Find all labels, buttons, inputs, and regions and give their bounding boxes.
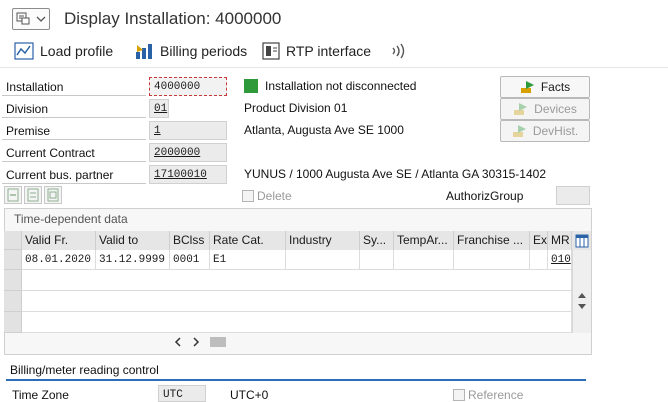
menu-icon (16, 12, 46, 25)
billing-periods-icon (136, 44, 152, 59)
chart-line-icon (14, 42, 34, 60)
bus-partner-field[interactable]: 17100010 (149, 165, 227, 184)
load-profile-label: Load profile (40, 43, 114, 59)
row-selector[interactable] (4, 312, 22, 333)
billing-section-title: Billing/meter reading control (10, 363, 159, 377)
reference-label: Reference (468, 388, 524, 402)
facts-button[interactable]: Facts (500, 76, 590, 98)
time-zone-field[interactable]: UTC (158, 385, 206, 402)
delete-checkbox[interactable] (242, 190, 254, 202)
column-settings-icon (575, 234, 588, 247)
row-selector[interactable] (4, 270, 22, 291)
vertical-scrollbar[interactable] (572, 250, 591, 333)
installation-label: Installation (2, 78, 146, 96)
table-cell[interactable] (530, 250, 548, 270)
devhist-arrow-icon (512, 125, 526, 137)
column-header-valid-to[interactable]: Valid to (96, 231, 170, 250)
column-header-sy[interactable]: Sy... (360, 231, 394, 250)
facts-arrow-icon (520, 81, 534, 93)
billing-periods-label: Billing periods (160, 43, 248, 59)
contract-field[interactable]: 2000000 (149, 143, 227, 162)
section-divider (6, 379, 586, 381)
billing-periods-button[interactable]: Billing periods (134, 41, 247, 61)
delete-row-button[interactable] (44, 186, 62, 204)
division-text: Product Division 01 (244, 101, 348, 115)
column-header-ex[interactable]: Ex (530, 231, 548, 250)
reference-checkbox[interactable] (453, 389, 465, 401)
authoriz-group-label: AuthorizGroup (446, 189, 524, 203)
column-header-rate-cat[interactable]: Rate Cat. (210, 231, 286, 250)
table-cell[interactable] (454, 250, 530, 270)
page-title: Display Installation: 4000000 (64, 9, 282, 28)
installation-status-text: Installation not disconnected (265, 79, 417, 93)
table-settings-button[interactable] (572, 231, 591, 250)
column-header-industry[interactable]: Industry (286, 231, 360, 250)
current-contract-label: Current Contract (2, 144, 146, 162)
table-cell[interactable]: E1 (210, 250, 286, 270)
rtp-interface-label: RTP interface (286, 43, 372, 59)
select-all-cell[interactable] (4, 231, 22, 250)
devices-button[interactable]: Devices (500, 98, 590, 120)
horizontal-scrollbar[interactable] (172, 334, 572, 350)
column-header-franchise[interactable]: Franchise ... (454, 231, 530, 250)
copy-row-icon (27, 188, 39, 202)
table-title: Time-dependent data (14, 212, 128, 226)
column-header-mr[interactable]: MR (548, 231, 572, 250)
delete-row-icon (47, 188, 59, 202)
load-profile-button[interactable]: Load profile (14, 41, 113, 61)
horizontal-scroll-icon (174, 337, 226, 347)
row-selector[interactable] (4, 250, 22, 270)
column-header-temparea[interactable]: TempAr... (394, 231, 454, 250)
installation-field[interactable]: 4000000 (149, 77, 227, 96)
empty-row[interactable] (22, 291, 572, 312)
bus-partner-text: YUNUS / 1000 Augusta Ave SE / Atlanta GA… (244, 167, 546, 181)
more-button[interactable] (390, 41, 412, 61)
devhist-button[interactable]: DevHist. (500, 120, 590, 142)
division-field[interactable]: 01 (149, 99, 169, 118)
table-cell[interactable] (394, 250, 454, 270)
table-cell[interactable]: 31.12.9999 (96, 250, 170, 270)
division-label: Division (2, 100, 146, 118)
status-indicator (244, 79, 258, 93)
insert-row-button[interactable] (4, 186, 22, 204)
authoriz-group-field[interactable] (556, 186, 590, 205)
table-cell[interactable] (360, 250, 394, 270)
devices-arrow-icon (514, 103, 528, 115)
time-zone-text: UTC+0 (230, 388, 269, 402)
rtp-interface-button[interactable]: RTP interface (262, 41, 371, 61)
premise-text: Atlanta, Augusta Ave SE 1000 (244, 123, 404, 137)
insert-row-icon (7, 188, 19, 202)
delete-label: Delete (257, 189, 292, 203)
empty-row[interactable] (22, 312, 572, 333)
rtp-interface-icon (262, 42, 280, 60)
column-header-bclss[interactable]: BClss (170, 231, 210, 250)
bus-partner-label: Current bus. partner (2, 166, 146, 184)
copy-row-button[interactable] (24, 186, 42, 204)
row-selector[interactable] (4, 291, 22, 312)
scroll-arrows-icon (578, 293, 586, 309)
premise-field[interactable]: 1 (149, 121, 227, 140)
table-cell[interactable]: 0001 (170, 250, 210, 270)
column-header-valid-from[interactable]: Valid Fr. (22, 231, 96, 250)
premise-label: Premise (2, 122, 146, 140)
empty-row[interactable] (22, 270, 572, 291)
menu-button[interactable] (12, 8, 50, 30)
table-cell[interactable] (286, 250, 360, 270)
table-cell-link[interactable]: 010 (548, 250, 572, 270)
time-zone-label: Time Zone (12, 388, 69, 402)
overflow-waves-icon (392, 43, 405, 59)
table-cell[interactable]: 08.01.2020 (22, 250, 96, 270)
